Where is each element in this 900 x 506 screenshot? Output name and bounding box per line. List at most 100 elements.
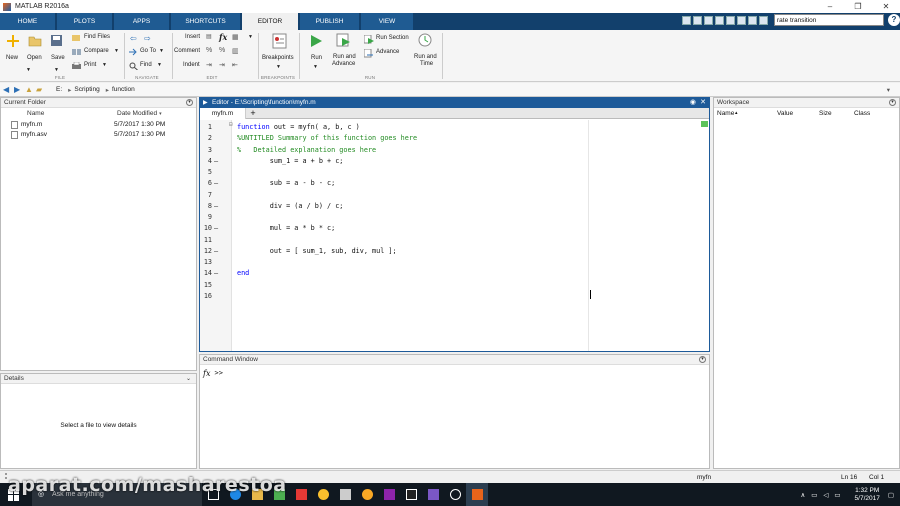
breakpoint-marker[interactable]: – (214, 247, 218, 255)
new-tab-button[interactable]: + (246, 108, 260, 119)
breadcrumb-drive[interactable]: E: (56, 86, 62, 93)
app-icon[interactable] (334, 483, 356, 506)
chevron-down-icon[interactable]: ▼ (159, 48, 164, 54)
chevron-down-icon[interactable]: ▼ (26, 67, 31, 73)
chevron-down-icon[interactable]: ▼ (276, 64, 281, 70)
decrease-indent-icon[interactable]: ⇤ (232, 61, 238, 69)
close-editor-icon[interactable]: ✕ (700, 98, 706, 108)
tab-plots[interactable]: PLOTS (57, 13, 112, 30)
app-icon[interactable] (290, 483, 312, 506)
open-button[interactable]: Open (27, 55, 42, 61)
comment-icon[interactable]: % (206, 47, 212, 54)
command-prompt-line[interactable]: fx >> (203, 369, 223, 378)
new-icon[interactable] (6, 34, 20, 48)
breakpoint-marker[interactable]: – (214, 224, 218, 232)
up-folder-icon[interactable]: ▲ (25, 85, 33, 94)
toolbar-icon[interactable] (682, 15, 691, 25)
tab-editor[interactable]: EDITOR (242, 13, 298, 30)
chevron-down-icon[interactable]: ▾ (887, 86, 890, 94)
chevron-down-icon[interactable]: ▼ (248, 34, 253, 40)
breadcrumb-scripting[interactable]: Scripting (74, 86, 99, 93)
documentation-search-input[interactable]: rate transition (774, 14, 884, 26)
code-line[interactable]: end (237, 269, 249, 277)
code-area[interactable]: ⊟ 1 function out = myfn( a, b, c ) 2 %UNTIT… (200, 120, 709, 351)
advance-button[interactable]: Advance (376, 49, 399, 55)
minimize-button[interactable]: – (816, 0, 844, 13)
toolbar-icon[interactable] (715, 15, 724, 25)
ws-size-column-header[interactable]: Size (819, 110, 832, 117)
wrap-comments-icon[interactable]: ▥ (232, 47, 239, 55)
run-and-time-button[interactable]: Run and (414, 54, 437, 60)
code-line[interactable]: sub = a - b - c; (237, 179, 335, 187)
run-and-time-icon[interactable] (418, 33, 433, 48)
code-line[interactable]: div = (a / b) / c; (237, 202, 344, 210)
app-icon[interactable] (378, 483, 400, 506)
ws-class-column-header[interactable]: Class (854, 110, 870, 117)
terminal-icon[interactable] (400, 483, 422, 506)
smart-indent-icon[interactable]: ⇥ (206, 61, 212, 69)
code-line[interactable]: out = [ sum_1, sub, div, mul ]; (237, 247, 397, 255)
insert-icon[interactable]: ▤ (206, 33, 212, 40)
matlab-taskbar-icon[interactable] (466, 483, 488, 506)
file-row[interactable]: myfn.m 5/7/2017 1:30 PM (1, 120, 196, 130)
chevron-down-icon[interactable]: ▼ (102, 62, 107, 68)
code-line[interactable]: % Detailed explanation goes here (237, 146, 376, 154)
code-line[interactable]: sum_1 = a + b + c; (237, 157, 344, 165)
indent-button[interactable]: Indent (183, 62, 200, 68)
go-to-button[interactable]: Go To (140, 48, 156, 54)
name-column-header[interactable]: Name (1, 108, 117, 120)
maximize-button[interactable]: ❐ (844, 0, 872, 13)
new-button[interactable]: New (6, 55, 18, 61)
file-tab-myfn[interactable]: myfn.m (200, 108, 246, 119)
breadcrumb-function[interactable]: function (112, 86, 135, 93)
insert-section-icon[interactable]: ▦ (232, 33, 239, 41)
volume-icon[interactable]: ◁ (823, 491, 828, 499)
tab-publish[interactable]: PUBLISH (300, 13, 359, 30)
find-files-button[interactable]: Find Files (84, 34, 110, 40)
tab-apps[interactable]: APPS (114, 13, 169, 30)
increase-indent-icon[interactable]: ⇥ (219, 61, 225, 69)
back-arrow-icon[interactable]: ⇦ (130, 34, 137, 43)
toolbar-icon[interactable] (726, 15, 735, 25)
toolbar-icon[interactable] (693, 15, 702, 25)
panel-actions-icon[interactable]: ▾ (186, 99, 193, 106)
chevron-down-icon[interactable]: ⌄ (186, 374, 191, 384)
ws-value-column-header[interactable]: Value (777, 110, 793, 117)
chrome-icon[interactable] (312, 483, 334, 506)
run-icon[interactable] (309, 34, 323, 48)
open-icon[interactable] (28, 35, 42, 47)
date-modified-column-header[interactable]: Date Modified (117, 108, 157, 120)
panel-actions-icon[interactable]: ◉ (690, 98, 696, 108)
breakpoint-marker[interactable]: – (214, 269, 218, 277)
breakpoints-icon[interactable] (272, 33, 287, 49)
collapse-function-icon[interactable]: ⊟ (229, 121, 233, 128)
forward-arrow-icon[interactable]: ⇨ (144, 34, 151, 43)
close-button[interactable]: ✕ (872, 0, 900, 13)
code-line[interactable]: mul = a * b * c; (237, 224, 335, 232)
app-icon[interactable] (444, 483, 466, 506)
breakpoint-marker[interactable]: – (214, 179, 218, 187)
clock[interactable]: 1:32 PM 5/7/2017 (855, 487, 880, 503)
find-button[interactable]: Find (140, 62, 152, 68)
browse-folder-icon[interactable]: ▰ (36, 85, 44, 94)
chevron-down-icon[interactable]: ▼ (157, 62, 162, 68)
fx-icon[interactable]: fx (219, 32, 227, 42)
insert-button[interactable]: Insert (185, 34, 200, 40)
code-analyzer-status-icon[interactable] (701, 121, 708, 127)
app-icon[interactable] (356, 483, 378, 506)
save-icon[interactable] (50, 34, 63, 47)
breakpoints-button[interactable]: Breakpoints (262, 55, 294, 61)
run-and-advance-icon[interactable] (336, 33, 352, 48)
help-icon[interactable]: ? (888, 14, 900, 26)
battery-icon[interactable]: ▭ (834, 491, 840, 499)
file-row[interactable]: myfn.asv 5/7/2017 1:30 PM (1, 130, 196, 140)
code-line[interactable]: %UNTITLED Summary of this function goes … (237, 134, 417, 142)
breakpoint-marker[interactable]: – (214, 202, 218, 210)
tab-home[interactable]: HOME (0, 13, 55, 30)
back-arrow-icon[interactable]: ◀ (3, 85, 11, 94)
run-button[interactable]: Run (311, 55, 322, 61)
toolbar-icon[interactable] (759, 15, 768, 25)
print-button[interactable]: Print (84, 62, 96, 68)
toolbar-icon[interactable] (704, 15, 713, 25)
breakpoint-marker[interactable]: – (214, 157, 218, 165)
